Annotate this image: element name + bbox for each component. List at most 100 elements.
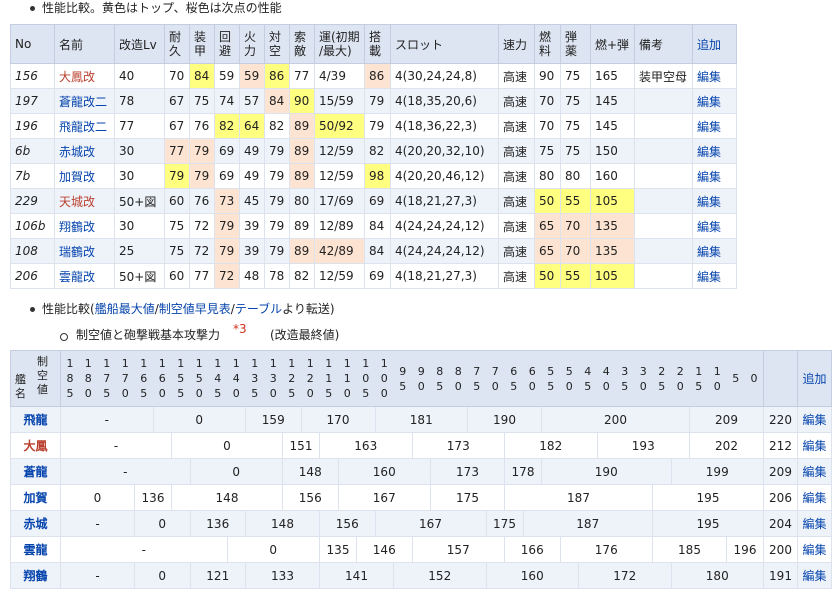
- cell-edit[interactable]: 編集: [692, 88, 737, 114]
- col-header-airpower[interactable]: 80: [449, 350, 468, 407]
- cell-edit[interactable]: 編集: [692, 263, 737, 289]
- col-header-airpower[interactable]: 1 4 5: [208, 350, 227, 407]
- edit-link[interactable]: 編集: [797, 562, 832, 589]
- airpower-cell: 0: [134, 562, 191, 589]
- cell-name[interactable]: 飛龍改二: [54, 113, 115, 139]
- footnote-link[interactable]: *3: [233, 321, 247, 337]
- ship-name[interactable]: 加賀: [10, 484, 61, 511]
- ship-name[interactable]: 赤城: [10, 510, 61, 537]
- edit-link[interactable]: 編集: [797, 536, 832, 563]
- ship-name[interactable]: 蒼龍: [10, 458, 61, 485]
- col-header-airpower[interactable]: 90: [412, 350, 431, 407]
- add-link[interactable]: 追加: [692, 24, 737, 64]
- col-header-airpower[interactable]: 1 2 5: [282, 350, 301, 407]
- col-header-aa[interactable]: 対空: [264, 24, 290, 64]
- col-header-airpower[interactable]: 35: [615, 350, 634, 407]
- edit-link[interactable]: 編集: [797, 510, 832, 537]
- cell-name[interactable]: 加賀改: [54, 163, 115, 189]
- cell-fuel-ammo: 160: [590, 163, 635, 189]
- col-header-airpower[interactable]: 1 7 0: [116, 350, 135, 407]
- col-header-airpower[interactable]: 60: [523, 350, 542, 407]
- ship-name[interactable]: 雲龍: [10, 536, 61, 563]
- digit: 6: [158, 372, 166, 385]
- cell-edit[interactable]: 編集: [692, 63, 737, 89]
- col-header-airpower[interactable]: 1 1 5: [319, 350, 338, 407]
- col-header-fuel-ammo[interactable]: 燃+弾: [590, 24, 635, 64]
- col-header-kaizo[interactable]: 改造Lv: [114, 24, 165, 64]
- ship-name[interactable]: 翔鶴: [10, 562, 61, 589]
- link-table[interactable]: テーブル: [235, 302, 282, 316]
- col-header-airpower[interactable]: 1 1 0: [338, 350, 357, 407]
- edit-link[interactable]: 編集: [797, 406, 832, 433]
- cell-edit[interactable]: 編集: [692, 238, 737, 264]
- col-header-airpower[interactable]: 55: [541, 350, 560, 407]
- link-max-values[interactable]: 艦船最大値: [95, 302, 155, 316]
- col-header-name[interactable]: 名前: [54, 24, 115, 64]
- col-header-armor[interactable]: 装甲: [189, 24, 215, 64]
- cell-edit[interactable]: 編集: [692, 163, 737, 189]
- table-row: 雲龍 -0 135 146 157 166 176 185 196 200 編集: [10, 536, 832, 563]
- cell-name[interactable]: 翔鶴改: [54, 213, 115, 239]
- col-header-airpower[interactable]: 10: [708, 350, 727, 407]
- col-header-airpower[interactable]: 1 5 5: [171, 350, 190, 407]
- cell-name[interactable]: 瑞鶴改: [54, 238, 115, 264]
- col-header-airpower[interactable]: 1 2 0: [301, 350, 320, 407]
- airpower-cell: 0: [134, 510, 191, 537]
- col-header-airpower[interactable]: 0: [745, 350, 764, 407]
- col-header-airpower[interactable]: 50: [560, 350, 579, 407]
- col-header-slot[interactable]: スロット: [390, 24, 499, 64]
- col-header-los[interactable]: 索敵: [289, 24, 315, 64]
- col-header-airpower[interactable]: 1 3 0: [264, 350, 283, 407]
- cell-ammo: 75: [560, 88, 591, 114]
- cell-name[interactable]: 赤城改: [54, 138, 115, 164]
- cell-name[interactable]: 蒼龍改二: [54, 88, 115, 114]
- cell-edit[interactable]: 編集: [692, 138, 737, 164]
- cell-name[interactable]: 天城改: [54, 188, 115, 214]
- col-header-airpower[interactable]: 1 5 0: [190, 350, 209, 407]
- col-header-airpower[interactable]: 1 6 0: [153, 350, 172, 407]
- col-header-speed[interactable]: 速力: [498, 24, 535, 64]
- col-header-fuel[interactable]: 燃料: [534, 24, 561, 64]
- col-header-airpower[interactable]: 95: [393, 350, 412, 407]
- edit-link[interactable]: 編集: [797, 432, 832, 459]
- ship-name[interactable]: 大鳳: [10, 432, 61, 459]
- cell-fuel: 50: [534, 188, 561, 214]
- col-header-airpower[interactable]: 30: [634, 350, 653, 407]
- col-header-remarks[interactable]: 備考: [634, 24, 693, 64]
- col-header-airpower[interactable]: 1 6 5: [134, 350, 153, 407]
- cell-edit[interactable]: 編集: [692, 213, 737, 239]
- col-header-evasion[interactable]: 回避: [214, 24, 240, 64]
- col-header-airpower[interactable]: 1 8 0: [79, 350, 98, 407]
- col-header-capacity[interactable]: 搭載: [364, 24, 391, 64]
- col-header-ammo[interactable]: 弾薬: [560, 24, 591, 64]
- col-header-firepower[interactable]: 火力: [239, 24, 265, 64]
- col-header-airpower[interactable]: 15: [689, 350, 708, 407]
- col-header-airpower[interactable]: 1 4 0: [227, 350, 246, 407]
- col-header-no[interactable]: No: [10, 24, 55, 64]
- col-header-airpower[interactable]: 40: [597, 350, 616, 407]
- col-header-airpower[interactable]: 85: [430, 350, 449, 407]
- add-link[interactable]: 追加: [797, 350, 832, 407]
- col-header-airpower[interactable]: 25: [652, 350, 671, 407]
- col-header-airpower[interactable]: 1 3 5: [245, 350, 264, 407]
- col-header-airpower[interactable]: 65: [504, 350, 523, 407]
- col-header-airpower[interactable]: 45: [578, 350, 597, 407]
- cell-edit[interactable]: 編集: [692, 188, 737, 214]
- cell-edit[interactable]: 編集: [692, 113, 737, 139]
- col-header-airpower[interactable]: 1 8 5: [60, 350, 79, 407]
- col-header-hp[interactable]: 耐久: [164, 24, 190, 64]
- col-header-airpower[interactable]: 70: [486, 350, 505, 407]
- edit-link[interactable]: 編集: [797, 458, 832, 485]
- col-header-luck[interactable]: 運(初期/最大): [314, 24, 365, 64]
- col-header-airpower[interactable]: 20: [671, 350, 690, 407]
- link-air-table[interactable]: 制空値早見表: [159, 302, 231, 316]
- col-header-airpower[interactable]: 1 7 5: [97, 350, 116, 407]
- edit-link[interactable]: 編集: [797, 484, 832, 511]
- cell-name[interactable]: 雲龍改: [54, 263, 115, 289]
- cell-name[interactable]: 大鳳改: [54, 63, 115, 89]
- col-header-airpower[interactable]: 75: [467, 350, 486, 407]
- ship-name[interactable]: 飛龍: [10, 406, 61, 433]
- col-header-airpower[interactable]: 1 0 5: [356, 350, 375, 407]
- col-header-airpower[interactable]: 1 0 0: [375, 350, 394, 407]
- col-header-airpower[interactable]: 5: [726, 350, 745, 407]
